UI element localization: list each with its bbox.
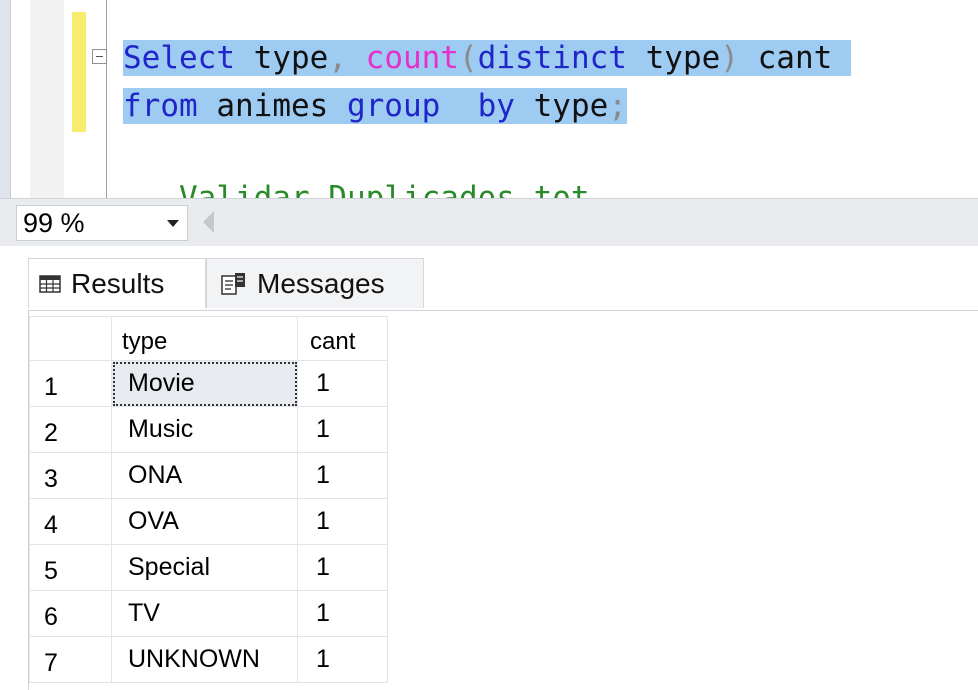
results-table: type cant 1 Movie 1 2 Music 1 3 ONA 1 4: [29, 316, 388, 683]
column-header-type[interactable]: type: [111, 316, 298, 361]
paren-open-token: (: [458, 40, 478, 76]
cell-cant[interactable]: 1: [297, 590, 388, 637]
paren-close-token: ): [720, 40, 739, 76]
cell-type[interactable]: TV: [111, 590, 298, 637]
cell-type[interactable]: UNKNOWN: [111, 636, 298, 683]
chevron-down-icon: [167, 220, 179, 227]
scroll-left-arrow-icon[interactable]: [203, 211, 214, 233]
identifier-type-2: type: [645, 40, 721, 76]
tab-messages[interactable]: Messages: [206, 258, 424, 308]
function-count: count: [365, 40, 459, 76]
editor-gutter: [30, 0, 64, 198]
code-line-3-comment[interactable]: -- Validar Duplicados tot: [123, 176, 590, 198]
table-row[interactable]: 3 ONA 1: [29, 452, 388, 499]
cell-type[interactable]: ONA: [111, 452, 298, 499]
semicolon-token: ;: [608, 88, 627, 124]
row-number[interactable]: 3: [29, 452, 112, 499]
keyword-from: from: [123, 88, 198, 124]
results-grid[interactable]: type cant 1 Movie 1 2 Music 1 3 ONA 1 4: [28, 310, 978, 690]
row-number[interactable]: 1: [29, 360, 112, 407]
tab-results-label: Results: [71, 267, 165, 299]
row-number-header[interactable]: [29, 316, 112, 361]
cell-type[interactable]: Movie: [111, 360, 298, 407]
header-row: type cant: [29, 316, 388, 361]
table-row[interactable]: 1 Movie 1: [29, 360, 388, 407]
cell-cant[interactable]: 1: [297, 452, 388, 499]
keyword-group: group: [346, 88, 441, 124]
grid-icon: [39, 274, 61, 293]
messages-icon: [221, 272, 247, 296]
cell-type[interactable]: Special: [111, 544, 298, 591]
cell-cant[interactable]: 1: [297, 498, 388, 545]
identifier-type: type: [253, 40, 329, 76]
keyword-distinct: distinct: [477, 40, 627, 76]
code-line-2[interactable]: from animes group by type;: [123, 84, 627, 128]
query-editor[interactable]: Select type, count(distinct type) cant f…: [0, 0, 978, 198]
table-row[interactable]: 6 TV 1: [29, 590, 388, 637]
cell-cant[interactable]: 1: [297, 406, 388, 453]
outline-guide-line: [106, 0, 107, 198]
row-number[interactable]: 5: [29, 544, 112, 591]
cell-type[interactable]: Music: [111, 406, 298, 453]
keyword-select: Select: [123, 40, 235, 76]
cell-cant[interactable]: 1: [297, 636, 388, 683]
tab-messages-label: Messages: [257, 267, 385, 299]
zoom-toolbar: 99 %: [0, 198, 978, 248]
collapse-minus-icon[interactable]: [92, 49, 107, 64]
editor-left-border: [0, 0, 11, 198]
table-row[interactable]: 4 OVA 1: [29, 498, 388, 545]
table-row[interactable]: 7 UNKNOWN 1: [29, 636, 388, 683]
cell-cant[interactable]: 1: [297, 544, 388, 591]
table-row[interactable]: 5 Special 1: [29, 544, 388, 591]
identifier-animes: animes: [216, 88, 329, 124]
row-number[interactable]: 4: [29, 498, 112, 545]
zoom-value: 99 %: [23, 208, 85, 238]
row-number[interactable]: 2: [29, 406, 112, 453]
change-indicator-bar: [72, 12, 86, 132]
cell-cant[interactable]: 1: [297, 360, 388, 407]
code-line-1[interactable]: Select type, count(distinct type) cant: [123, 36, 851, 80]
tab-results[interactable]: Results: [28, 258, 206, 308]
table-row[interactable]: 2 Music 1: [29, 406, 388, 453]
row-number[interactable]: 6: [29, 590, 112, 637]
column-header-cant[interactable]: cant: [297, 316, 388, 361]
zoom-dropdown[interactable]: 99 %: [16, 205, 188, 241]
cell-type[interactable]: OVA: [111, 498, 298, 545]
keyword-by: by: [477, 88, 515, 124]
identifier-cant: cant: [757, 40, 833, 76]
row-number[interactable]: 7: [29, 636, 112, 683]
identifier-type-3: type: [533, 88, 609, 124]
comma-token: ,: [328, 40, 347, 76]
results-tab-strip: Results Messages: [0, 246, 978, 310]
